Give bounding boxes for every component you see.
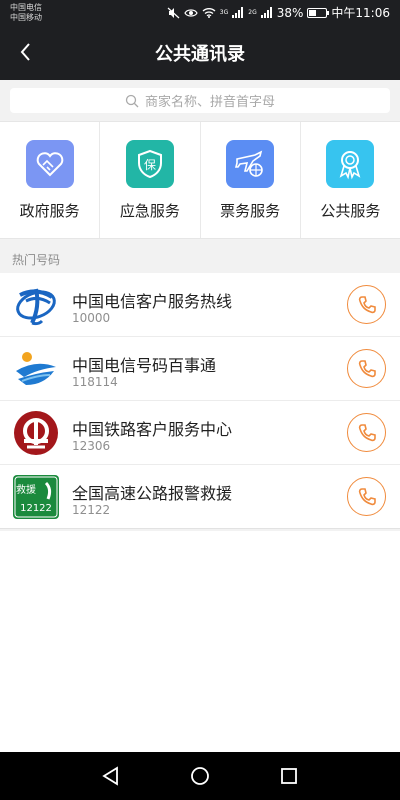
status-icons: 3G 2G 38% 中午11:06 (167, 4, 390, 21)
contact-name: 中国电信号码百事通 (72, 356, 217, 375)
battery-percent: 38% (276, 5, 304, 20)
nav-header: 公共通讯录 (0, 26, 400, 80)
search-placeholder: 商家名称、拼音首字母 (144, 95, 275, 110)
call-button[interactable] (347, 413, 386, 452)
signal-icon-2 (260, 7, 272, 18)
home-circle-icon[interactable] (190, 766, 210, 786)
network-type-2: 2G (248, 9, 257, 16)
shield-bao-icon: 保 (125, 140, 174, 188)
category-label: 票务服务 (220, 202, 281, 220)
eye-icon (184, 8, 198, 17)
back-triangle-icon[interactable] (101, 766, 121, 786)
hot-number-list: 中国电信客户服务热线 10000 中国电信号码百事通 118114 中国铁路客户… (0, 273, 400, 529)
call-button[interactable] (347, 477, 386, 516)
page-title: 公共通讯录 (155, 44, 245, 65)
carrier-info: 中国电信 中国移动 (10, 3, 42, 23)
list-item[interactable]: 救援 12122 全国高速公路报警救援 12122 (0, 465, 400, 529)
status-bar: 中国电信 中国移动 3G 2G 38% 中午11:06 (0, 0, 400, 26)
search-area: 商家名称、拼音首字母 (0, 80, 400, 120)
contact-name: 全国高速公路报警救援 (72, 484, 233, 503)
contact-name: 中国电信客户服务热线 (72, 292, 233, 311)
contact-number: 118114 (72, 375, 118, 389)
category-label: 应急服务 (119, 202, 180, 220)
contact-number: 10000 (72, 311, 111, 325)
haobai-logo-icon (16, 352, 56, 385)
wifi-icon (202, 8, 216, 18)
empty-area (0, 531, 400, 752)
system-nav-bar (0, 752, 400, 800)
carrier-1: 中国电信 (10, 3, 42, 12)
section-title: 热门号码 (0, 240, 400, 273)
category-label: 公共服务 (320, 202, 381, 220)
phone-icon (358, 487, 376, 505)
recents-square-icon[interactable] (279, 766, 299, 786)
svg-text:保: 保 (144, 158, 156, 172)
category-grid: 政府服务 保 应急服务 票务服务 公共服务 (0, 121, 400, 239)
phone-icon (358, 423, 376, 441)
search-input[interactable]: 商家名称、拼音首字母 (10, 88, 390, 113)
search-icon (125, 94, 139, 107)
china-telecom-logo-icon (16, 288, 56, 326)
list-item[interactable]: 中国电信客户服务热线 10000 (0, 273, 400, 337)
clock: 中午11:06 (331, 6, 390, 20)
contact-name: 中国铁路客户服务中心 (72, 420, 233, 439)
highway-rescue-sign-icon: 救援 12122 (13, 475, 59, 519)
battery-icon (307, 7, 330, 18)
mute-icon (167, 7, 180, 18)
call-button[interactable] (347, 285, 386, 324)
sign-text-top: 救援 (16, 483, 36, 496)
category-ticketing[interactable]: 票务服务 (201, 122, 301, 238)
contact-number: 12306 (72, 439, 111, 453)
signal-icon-1 (232, 7, 244, 18)
contact-number: 12122 (72, 503, 111, 517)
category-emergency[interactable]: 保 应急服务 (100, 122, 201, 238)
top-bar: 中国电信 中国移动 3G 2G 38% 中午11:06 公共通讯录 (0, 0, 400, 80)
carrier-2: 中国移动 (10, 13, 42, 22)
category-government[interactable]: 政府服务 (0, 122, 101, 238)
sign-text-bottom: 12122 (20, 503, 52, 514)
phone-icon (358, 295, 376, 313)
china-railway-logo-icon (14, 411, 58, 455)
network-type-1: 3G (219, 9, 229, 16)
call-button[interactable] (347, 349, 386, 388)
handshake-heart-icon (25, 140, 74, 188)
list-item[interactable]: 中国铁路客户服务中心 12306 (0, 401, 400, 465)
phone-icon (358, 359, 376, 377)
airplane-globe-icon (226, 140, 275, 188)
award-ribbon-icon (326, 140, 375, 188)
category-label: 政府服务 (19, 202, 80, 220)
list-item[interactable]: 中国电信号码百事通 118114 (0, 337, 400, 401)
category-public[interactable]: 公共服务 (301, 122, 400, 238)
